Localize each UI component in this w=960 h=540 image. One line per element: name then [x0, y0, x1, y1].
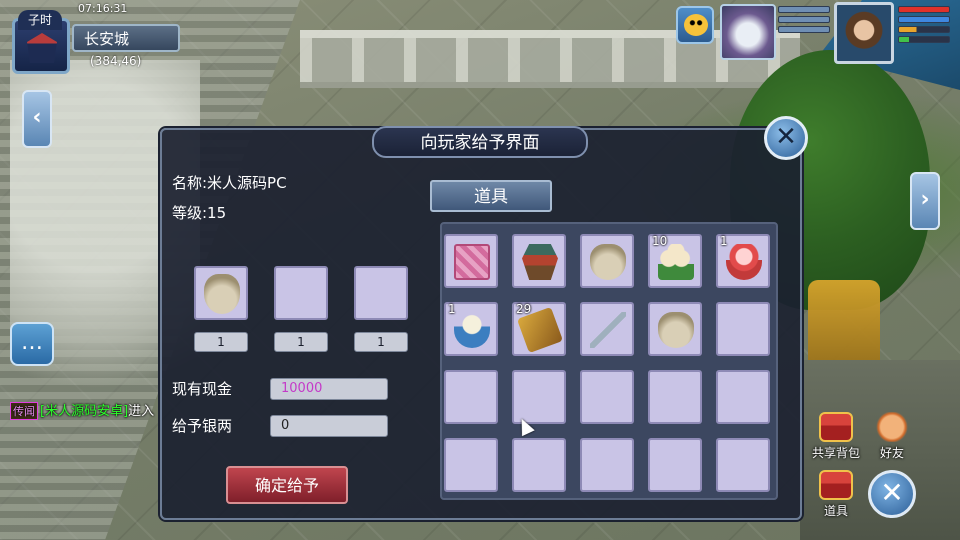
tab-items[interactable]: 道具 [430, 180, 552, 212]
target-level: 等级:15 [172, 204, 227, 222]
inventory-slot[interactable]: 10 [648, 234, 702, 288]
confirm-give-button[interactable]: 确定给予 [226, 466, 348, 504]
inventory-slot[interactable] [444, 438, 498, 492]
status-bar [898, 16, 950, 23]
inventory-slot[interactable]: 1 [444, 302, 498, 356]
player-portrait[interactable] [834, 2, 894, 64]
rice-bowl-icon [454, 312, 490, 348]
item-count: 29 [516, 302, 532, 316]
close-menu-button[interactable]: ✕ [868, 470, 916, 518]
treasure-chest-icon [819, 412, 853, 442]
status-bar [778, 26, 830, 33]
shared-bag-button[interactable]: 共享背包 [810, 412, 862, 461]
inventory-slot[interactable] [648, 302, 702, 356]
expand-left-arrow-button[interactable]: ‹ [22, 90, 52, 148]
expand-right-arrow-button[interactable]: › [910, 172, 940, 230]
items-label: 道具 [823, 504, 848, 518]
gift-box-icon [454, 244, 490, 280]
item-count: 1 [448, 302, 456, 316]
treasure-chest-icon [819, 470, 853, 500]
status-bar [898, 6, 950, 13]
give-money-input[interactable]: 0 [270, 415, 388, 437]
shared-bag-label: 共享背包 [811, 446, 860, 460]
time-period-badge: 子时 [18, 10, 63, 30]
target-name: 名称:米人源码PC [172, 174, 287, 192]
summon-status-bars [778, 6, 830, 36]
item-count: 10 [652, 234, 668, 248]
status-bar [898, 26, 950, 33]
give-money-label: 给予银两 [172, 417, 233, 435]
chat-text: 进入 [128, 404, 155, 419]
give-slot-2-qty[interactable]: 1 [274, 332, 328, 352]
inventory-slot[interactable] [580, 370, 634, 424]
chat-bubble-icon[interactable]: … [10, 322, 54, 366]
dialog-title: 向玩家给予界面 [372, 126, 588, 158]
inventory-slot[interactable] [648, 438, 702, 492]
inventory-slot[interactable]: 29 [512, 302, 566, 356]
summon-portrait[interactable] [720, 4, 776, 60]
sword-icon [590, 312, 626, 348]
status-bar [778, 6, 830, 13]
inventory-slot[interactable] [716, 370, 770, 424]
pet-cat-icon[interactable] [676, 6, 714, 44]
money-bag-icon [204, 274, 240, 314]
player-status-bars [898, 6, 950, 46]
inventory-slot[interactable] [716, 438, 770, 492]
give-slot-3-qty[interactable]: 1 [354, 332, 408, 352]
armor-icon [522, 244, 558, 280]
inventory-slot[interactable] [580, 234, 634, 288]
inventory-slot[interactable] [512, 370, 566, 424]
item-count: 1 [720, 234, 728, 248]
status-bar [898, 36, 950, 43]
give-slot-1[interactable] [194, 266, 248, 320]
cash-value: 10000 [270, 378, 388, 400]
chat-channel-tag: 传闻 [10, 402, 38, 420]
gate-icon [27, 33, 57, 63]
dialog-close-button[interactable]: ✕ [764, 116, 808, 160]
location-box[interactable]: 子时 07:16:31 长安城 (384,46) [12, 2, 182, 74]
inventory-slot[interactable] [648, 370, 702, 424]
steamed-buns-icon [658, 244, 694, 280]
cat-face-icon [684, 14, 708, 36]
red-soup-bowl-icon [726, 244, 762, 280]
inventory-slot[interactable] [512, 438, 566, 492]
give-slot-3[interactable] [354, 266, 408, 320]
handshake-icon [875, 412, 909, 442]
give-slot-1-qty[interactable]: 1 [194, 332, 248, 352]
give-slot-2[interactable] [274, 266, 328, 320]
inventory-slot[interactable] [580, 302, 634, 356]
inventory-slot[interactable] [512, 234, 566, 288]
chat-sender: [米人源码安卓] [40, 404, 129, 419]
inventory-slot[interactable] [444, 370, 498, 424]
money-bag-icon [590, 244, 626, 280]
friends-label: 好友 [879, 446, 904, 460]
friends-button[interactable]: 好友 [866, 412, 918, 461]
chat-message[interactable]: 传闻 [米人源码安卓]进入 [10, 400, 154, 420]
inventory-slot[interactable]: 1 [716, 234, 770, 288]
map-coordinates: (384,46) [90, 54, 142, 68]
money-bag-icon [658, 312, 694, 348]
clock: 07:16:31 [78, 2, 128, 15]
status-bar [778, 16, 830, 23]
inventory-slot[interactable] [444, 234, 498, 288]
inventory-slot[interactable] [580, 438, 634, 492]
cash-label: 现有现金 [172, 380, 233, 398]
inventory-slot[interactable] [716, 302, 770, 356]
items-button[interactable]: 道具 [810, 470, 862, 519]
city-name[interactable]: 长安城 [72, 24, 180, 52]
